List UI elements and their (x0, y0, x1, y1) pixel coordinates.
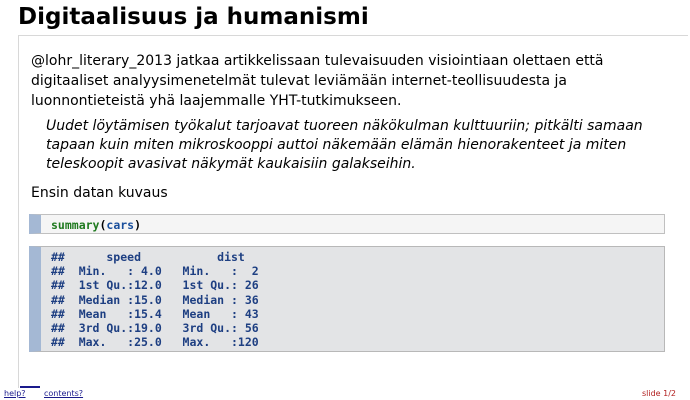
quote-paragraph: Uudet löytämisen työkalut tarjoavat tuor… (46, 118, 643, 172)
contents-link[interactable]: contents? (44, 388, 83, 400)
slide-title: Digitaalisuus ja humanismi (18, 4, 369, 30)
slide: Digitaalisuus ja humanismi @lohr_literar… (0, 0, 690, 400)
intro-paragraph: @lohr_literary_2013 jatkaa artikkelissaa… (31, 53, 604, 109)
output-line: ## speed dist (51, 250, 294, 264)
output-line: ## Mean :15.4 Mean : 43 (51, 306, 273, 321)
code-argument: cars (106, 218, 135, 232)
help-link[interactable]: help? (4, 388, 26, 400)
output-line: ## Median :15.0 Median : 36 (51, 292, 273, 307)
output-line: ## 1st Qu.:12.0 1st Qu.: 26 (51, 278, 273, 293)
slide-footer: help? contents? slide 1/2 (0, 386, 690, 400)
code-block: summary(cars) (29, 214, 665, 234)
slide-body: @lohr_literary_2013 jatkaa artikkelissaa… (18, 35, 688, 388)
slide-counter: slide 1/2 (641, 389, 676, 398)
output-line: ## 3rd Qu.:19.0 3rd Qu.: 56 (51, 320, 273, 335)
lead-paragraph: Ensin datan kuvaus (31, 185, 168, 201)
output-line: ## Min. : 4.0 Min. : 2 (51, 264, 273, 279)
code-function: summary (51, 218, 100, 232)
output-block: ## speed dist ## Min. : 4.0 Min. : 2 ## … (29, 246, 665, 352)
output-line: ## Max. :25.0 Max. :120 (51, 335, 273, 350)
code-close-paren: ) (134, 218, 142, 232)
